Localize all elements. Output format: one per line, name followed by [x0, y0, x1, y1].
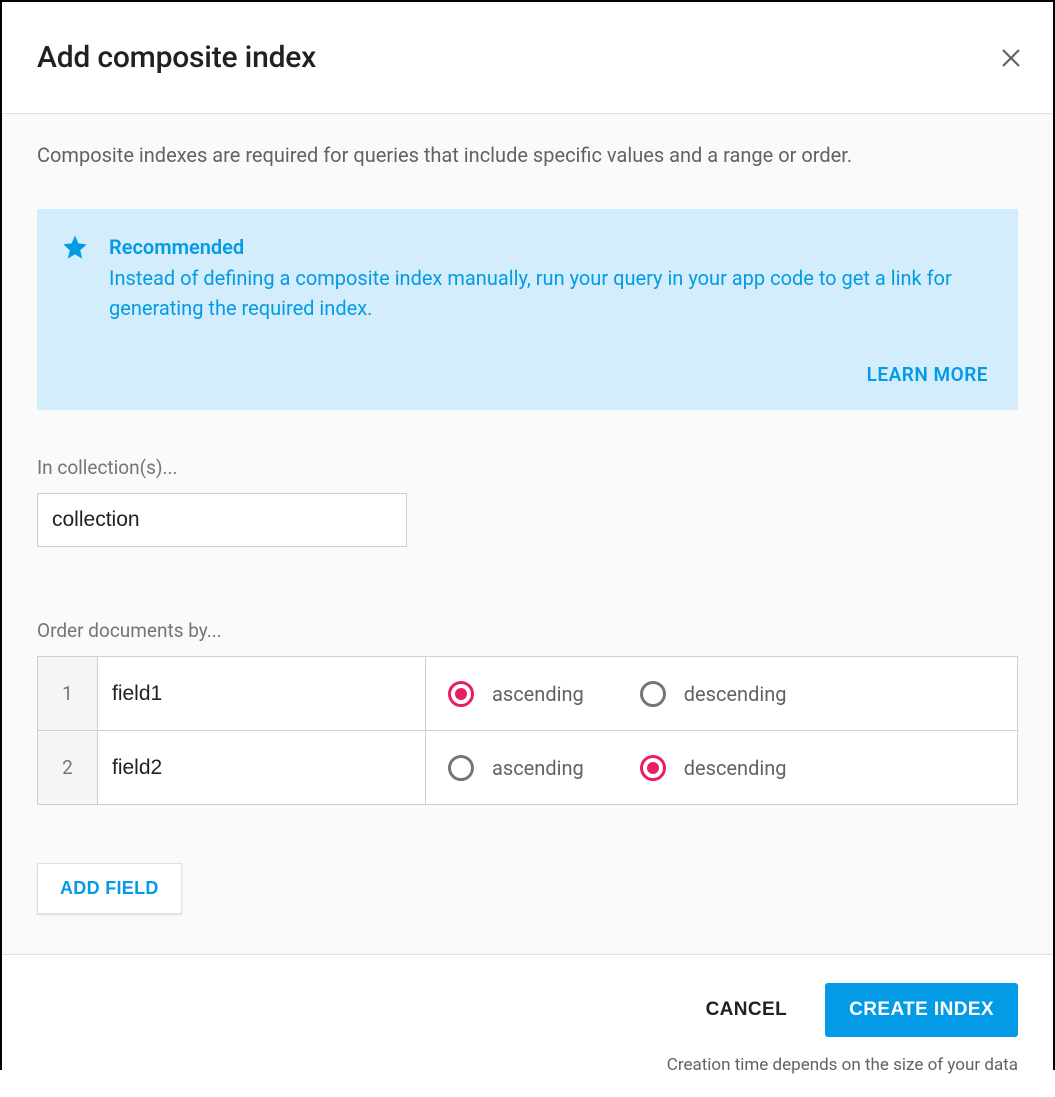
row-number: 2 — [38, 731, 98, 805]
table-row: 2 ascending descending — [38, 731, 1018, 805]
dialog-header: Add composite index — [2, 2, 1053, 114]
dialog-footer: CANCEL CREATE INDEX Creation time depend… — [2, 954, 1053, 1097]
banner-heading: Recommended — [109, 235, 988, 259]
descending-label: descending — [684, 756, 787, 780]
table-row: 1 ascending descending — [38, 657, 1018, 731]
collections-label: In collection(s)... — [37, 456, 1018, 479]
descending-radio[interactable]: descending — [640, 681, 787, 707]
row-number: 1 — [38, 657, 98, 731]
radio-icon — [640, 681, 666, 707]
dialog-body: Composite indexes are required for queri… — [2, 114, 1053, 954]
learn-more-link[interactable]: LEARN MORE — [867, 363, 988, 386]
ascending-radio[interactable]: ascending — [448, 681, 584, 707]
field-name-input[interactable] — [98, 731, 425, 804]
field-name-input[interactable] — [98, 657, 425, 730]
descending-radio[interactable]: descending — [640, 755, 787, 781]
info-banner: Recommended Instead of defining a compos… — [37, 209, 1018, 410]
radio-icon — [448, 681, 474, 707]
ascending-label: ascending — [492, 756, 584, 780]
close-icon[interactable] — [999, 46, 1023, 70]
footer-note: Creation time depends on the size of you… — [37, 1055, 1018, 1075]
radio-icon — [448, 755, 474, 781]
collection-input[interactable] — [37, 493, 407, 547]
ascending-label: ascending — [492, 682, 584, 706]
fields-table: 1 ascending descending 2 ascending descending — [37, 656, 1018, 805]
add-field-button[interactable]: ADD FIELD — [37, 863, 182, 914]
dialog-description: Composite indexes are required for queri… — [37, 141, 1018, 169]
ascending-radio[interactable]: ascending — [448, 755, 584, 781]
banner-body: Instead of defining a composite index ma… — [109, 263, 988, 323]
radio-icon — [640, 755, 666, 781]
star-icon — [61, 233, 89, 261]
order-label: Order documents by... — [37, 619, 1018, 642]
create-index-button[interactable]: CREATE INDEX — [825, 983, 1018, 1037]
dialog-title: Add composite index — [37, 40, 316, 75]
descending-label: descending — [684, 682, 787, 706]
cancel-button[interactable]: CANCEL — [706, 999, 788, 1021]
